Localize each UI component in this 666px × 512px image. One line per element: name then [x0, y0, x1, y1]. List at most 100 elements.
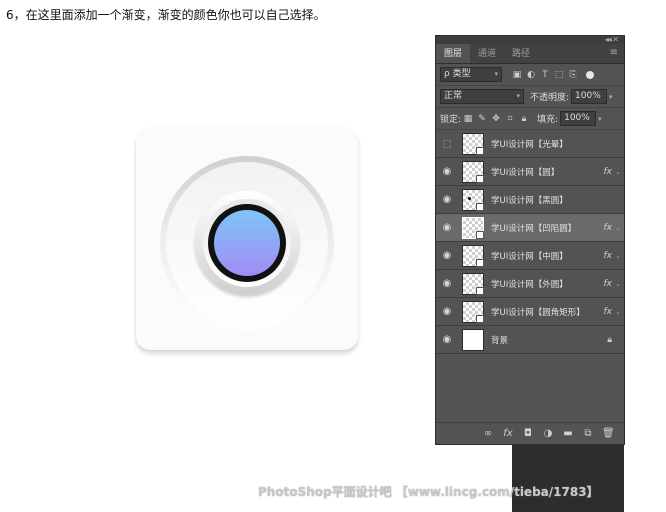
dark-backdrop — [512, 445, 624, 512]
layer-name: 学UI设计网【凹陷圆】 — [491, 223, 577, 234]
chevron-down-icon[interactable]: ⌄ — [615, 280, 621, 288]
shape-badge-icon — [476, 146, 484, 155]
tab-layers[interactable]: 图层 — [436, 44, 471, 63]
layer-row-circle[interactable]: ◉ 学UI设计网【圆】 fx ⌄ — [436, 158, 624, 186]
tab-paths[interactable]: 路径 — [504, 44, 538, 63]
lock-label: 锁定: — [440, 115, 462, 125]
hidden-visibility-box-icon — [443, 139, 451, 148]
collapse-icon[interactable]: ◂◂ ✕ — [605, 35, 619, 44]
lock-artboard-icon[interactable]: ⌗ — [503, 114, 517, 124]
opacity-chevron-icon[interactable]: ▾ — [609, 93, 613, 101]
blend-mode-dropdown[interactable]: 正常 ▾ — [440, 89, 524, 104]
fx-icon[interactable]: fx — [604, 307, 613, 317]
new-layer-icon[interactable]: ⧉ — [582, 428, 594, 439]
tab-channels[interactable]: 通道 — [470, 44, 504, 63]
image-filter-icon[interactable]: ▣ — [510, 70, 524, 80]
middle-circle — [195, 191, 299, 295]
shape-badge-icon — [476, 202, 484, 211]
layer-list: 学UI设计网【光晕】 ◉ 学UI设计网【圆】 fx ⌄ ◉ 学UI设计网【黑圆】… — [436, 130, 624, 354]
lock-all-icon[interactable]: 🔒︎ — [517, 114, 531, 124]
lock-paint-icon[interactable]: ✎ — [475, 114, 489, 124]
new-group-icon[interactable]: ▬ — [562, 428, 574, 439]
layer-thumbnail — [462, 244, 484, 267]
chevron-down-icon: ▾ — [494, 70, 498, 78]
layer-row-recessed-circle[interactable]: ◉ 学UI设计网【凹陷圆】 fx ⌄ — [436, 214, 624, 242]
layer-row-black-circle[interactable]: ◉ 学UI设计网【黑圆】 — [436, 186, 624, 214]
opacity-value: 100% — [575, 91, 601, 101]
shape-badge-icon — [476, 258, 484, 267]
eye-icon[interactable]: ◉ — [436, 166, 458, 177]
chevron-down-icon[interactable]: ⌄ — [615, 308, 621, 316]
layers-panel: ◂◂ ✕ 图层 通道 路径 ≡ ρ 类型 ▾ ▣ ◐ T ⬚ ⎘ 正常 ▾ 不透… — [435, 35, 625, 445]
outer-circle-inner — [166, 162, 328, 324]
layer-row-outer-circle[interactable]: ◉ 学UI设计网【外圆】 fx ⌄ — [436, 270, 624, 298]
fill-label: 填充: — [537, 115, 559, 125]
eye-icon[interactable]: ◉ — [436, 250, 458, 261]
eye-icon[interactable]: ◉ — [436, 222, 458, 233]
black-circle — [208, 204, 286, 282]
add-mask-icon[interactable]: ◘ — [522, 428, 534, 439]
layer-thumbnail — [462, 188, 484, 211]
outer-circle — [160, 156, 334, 330]
text-filter-icon[interactable]: T — [538, 70, 552, 80]
adjustment-layer-icon[interactable]: ◑ — [542, 428, 554, 439]
eye-icon[interactable]: ◉ — [436, 306, 458, 317]
filter-toggle[interactable] — [586, 70, 594, 79]
layer-row-glow[interactable]: 学UI设计网【光晕】 — [436, 130, 624, 158]
shape-badge-icon — [476, 286, 484, 295]
shape-badge-icon — [476, 230, 484, 239]
layer-row-rounded-rect[interactable]: ◉ 学UI设计网【圆角矩形】 fx ⌄ — [436, 298, 624, 326]
layer-thumbnail — [462, 328, 484, 351]
blend-row: 正常 ▾ 不透明度: 100% ▾ — [436, 86, 624, 108]
blend-mode-label: 正常 — [444, 91, 463, 101]
link-layers-icon[interactable]: ∞ — [482, 428, 494, 439]
watermark-text: PhotoShop平面设计吧 【www.lincg.com/tieba/1783… — [258, 485, 599, 499]
add-style-icon[interactable]: fx — [502, 428, 514, 439]
eye-icon[interactable]: ◉ — [436, 334, 458, 345]
chevron-down-icon[interactable]: ⌄ — [615, 252, 621, 260]
lock-move-icon[interactable]: ✥ — [489, 114, 503, 124]
layer-row-background[interactable]: ◉ 背景 🔒︎ — [436, 326, 624, 354]
layer-name: 学UI设计网【外圆】 — [491, 279, 568, 290]
layer-thumbnail — [462, 272, 484, 295]
adjustment-filter-icon[interactable]: ◐ — [524, 70, 538, 80]
gradient-lens — [214, 210, 280, 276]
visibility-toggle[interactable] — [436, 139, 458, 148]
filter-kind-dropdown[interactable]: ρ 类型 ▾ — [440, 67, 502, 82]
shape-filter-icon[interactable]: ⬚ — [552, 70, 566, 80]
eye-icon[interactable]: ◉ — [436, 194, 458, 205]
lock-icon[interactable]: 🔒︎ — [607, 335, 612, 345]
fill-chevron-icon[interactable]: ▾ — [598, 115, 602, 123]
lock-row: 锁定: ▦ ✎ ✥ ⌗ 🔒︎ 填充: 100% ▾ — [436, 108, 624, 130]
lock-transparent-icon[interactable]: ▦ — [461, 114, 475, 124]
shape-badge-icon — [476, 314, 484, 323]
layer-thumbnail — [462, 160, 484, 183]
recessed-circle — [203, 199, 291, 287]
chevron-down-icon[interactable]: ⌄ — [615, 168, 621, 176]
layer-name: 学UI设计网【中圆】 — [491, 251, 568, 262]
panel-menu-icon[interactable]: ≡ — [610, 47, 618, 58]
opacity-label: 不透明度: — [530, 93, 570, 103]
fx-icon[interactable]: fx — [604, 279, 613, 289]
layer-name: 背景 — [491, 335, 509, 346]
layer-thumbnail — [462, 300, 484, 323]
layer-name: 学UI设计网【圆角矩形】 — [491, 307, 585, 318]
fx-icon[interactable]: fx — [604, 167, 613, 177]
filter-row: ρ 类型 ▾ ▣ ◐ T ⬚ ⎘ — [436, 64, 624, 86]
panel-tabs: 图层 通道 路径 ≡ — [436, 44, 624, 64]
opacity-field[interactable]: 100% — [571, 89, 608, 104]
fill-field[interactable]: 100% — [560, 111, 597, 126]
thumbnail-dot — [468, 196, 471, 200]
layer-thumbnail — [462, 216, 484, 239]
fill-value: 100% — [564, 113, 590, 123]
smart-object-filter-icon[interactable]: ⎘ — [566, 70, 580, 80]
layer-row-middle-circle[interactable]: ◉ 学UI设计网【中圆】 fx ⌄ — [436, 242, 624, 270]
chevron-down-icon[interactable]: ⌄ — [615, 224, 621, 232]
eye-icon[interactable]: ◉ — [436, 278, 458, 289]
layer-name: 学UI设计网【圆】 — [491, 167, 560, 178]
layer-name: 学UI设计网【光晕】 — [491, 139, 568, 150]
fx-icon[interactable]: fx — [604, 251, 613, 261]
filter-kind-label: ρ 类型 — [444, 69, 471, 79]
trash-icon[interactable]: 🗑︎ — [602, 428, 615, 439]
fx-icon[interactable]: fx — [604, 223, 613, 233]
